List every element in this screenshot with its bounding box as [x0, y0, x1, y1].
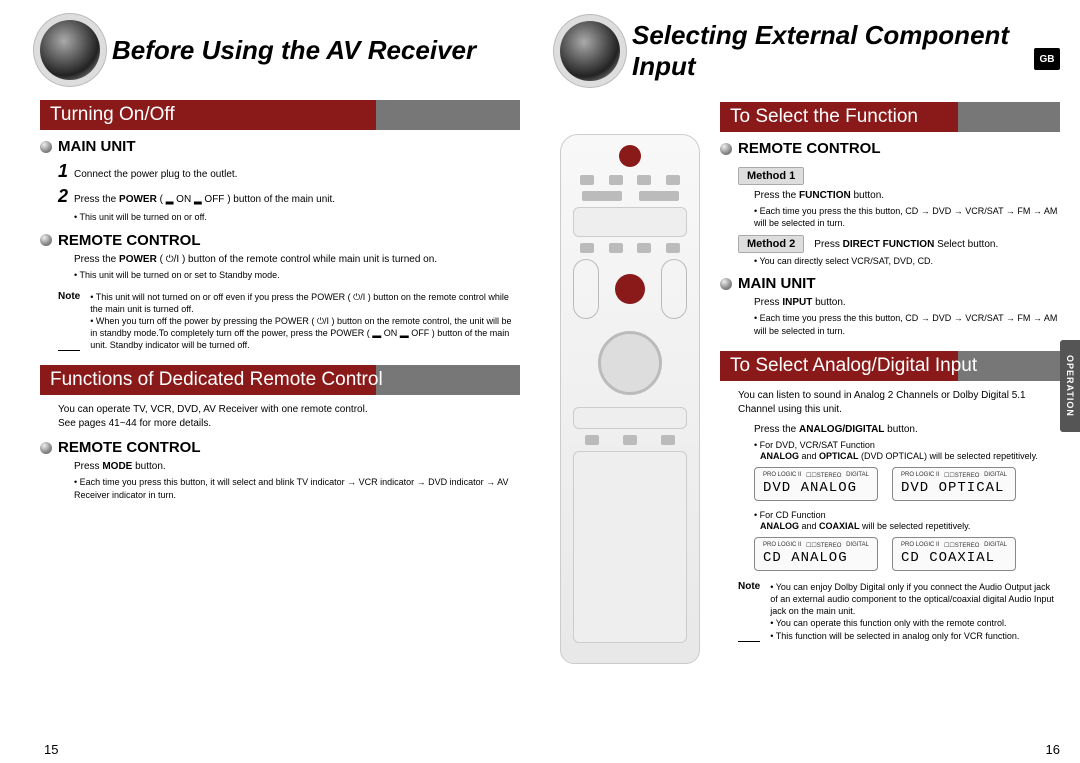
method-1-box: Method 1 — [738, 167, 804, 185]
method2-tip: You can directly select VCR/SAT, DVD, CD… — [754, 255, 1060, 267]
lcd-dvd-optical: PRO LOGIC II☐☐STEREODIGITALDVD OPTICAL — [892, 467, 1016, 501]
method-2-box: Method 2 — [738, 235, 804, 253]
side-tab-operation: OPERATION — [1060, 340, 1080, 432]
rc2-tip: Each time you press this button, it will… — [74, 476, 520, 500]
step2-a: Press the — [74, 194, 119, 205]
method1-tip: Each time you press the this button, CD … — [754, 205, 1060, 229]
subhead-main-unit-1: MAIN UNIT — [40, 138, 520, 155]
mu-tip: Each time you press the this button, CD … — [754, 312, 1060, 336]
method1-body: Press the FUNCTION button. — [754, 189, 1060, 203]
lcd-cd-coaxial: PRO LOGIC II☐☐STEREODIGITALCD COAXIAL — [892, 537, 1016, 571]
step-1: 1Connect the power plug to the outlet. — [58, 159, 520, 184]
page-left: Before Using the AV Receiver Turning On/… — [40, 20, 520, 501]
note-block-r: Note You can enjoy Dolby Digital only if… — [738, 581, 1060, 642]
rc-tip: This unit will be turned on or set to St… — [74, 269, 520, 281]
step2-b: POWER — [119, 194, 157, 205]
note-r3: This function will be selected in analog… — [770, 630, 1060, 642]
speaker-icon — [560, 21, 620, 81]
step2-tip: This unit will be turned on or off. — [74, 211, 520, 223]
note-list-1: This unit will not turned on or off even… — [90, 291, 520, 352]
ad-body: Press the ANALOG/DIGITAL button. — [754, 423, 1060, 437]
method2-body: Press DIRECT FUNCTION Select button. — [814, 239, 998, 250]
lcd-row-2: PRO LOGIC II☐☐STEREODIGITALCD ANALOG PRO… — [754, 537, 1060, 571]
subhead-main-unit-r: MAIN UNIT — [720, 275, 1060, 292]
step2-c: ( ▂ ON ▂ OFF ) button of the main unit. — [157, 194, 335, 205]
page-title-left: Before Using the AV Receiver — [112, 35, 476, 66]
step1-text: Connect the power plug to the outlet. — [74, 169, 237, 180]
right-content: To Select the Function REMOTE CONTROL Me… — [720, 102, 1060, 642]
bullet-icon — [40, 234, 52, 246]
note-list-r: You can enjoy Dolby Digital only if you … — [770, 581, 1060, 642]
bullet-icon — [720, 278, 732, 290]
note-block-1: Note This unit will not turned on or off… — [58, 291, 520, 352]
tip-dvd-hdr: For DVD, VCR/SAT Function — [754, 439, 1060, 451]
note-r2: You can operate this function only with … — [770, 617, 1060, 629]
remote-control-label-r1: REMOTE CONTROL — [738, 140, 881, 157]
rc2-body: Press MODE button. — [74, 460, 520, 474]
speaker-icon — [40, 20, 100, 80]
sec2-body: You can operate TV, VCR, DVD, AV Receive… — [58, 403, 520, 431]
note1-text: This unit will not turned on or off even… — [90, 291, 520, 315]
gb-badge: GB — [1034, 48, 1060, 70]
main-unit-label: MAIN UNIT — [58, 138, 136, 155]
remote-control-label-2: REMOTE CONTROL — [58, 439, 201, 456]
lcd-dvd-analog: PRO LOGIC II☐☐STEREODIGITALDVD ANALOG — [754, 467, 878, 501]
note-label-1: Note — [58, 291, 80, 352]
note2-text: When you turn off the power by pressing … — [90, 315, 520, 351]
title-row-left: Before Using the AV Receiver — [40, 20, 520, 80]
page-number-right: 16 — [1046, 742, 1060, 757]
sec2-body-r: You can listen to sound in Analog 2 Chan… — [738, 389, 1060, 417]
tip-cd-hdr: For CD Function — [754, 509, 1060, 521]
method-2-row: Method 2 Press DIRECT FUNCTION Select bu… — [738, 235, 1060, 253]
bullet-icon — [720, 143, 732, 155]
subhead-remote-1: REMOTE CONTROL — [40, 232, 520, 249]
page-number-left: 15 — [44, 742, 58, 757]
bullet-icon — [40, 442, 52, 454]
note-r1: You can enjoy Dolby Digital only if you … — [770, 581, 1060, 617]
page-title-right: Selecting External Component Input — [632, 20, 1060, 82]
rc-body: Press the POWER ( ⏻/I ) button of the re… — [74, 253, 520, 267]
section-select-function: To Select the Function — [720, 102, 1060, 132]
remote-control-label-1: REMOTE CONTROL — [58, 232, 201, 249]
title-row-right: Selecting External Component Input — [560, 20, 1060, 82]
section-functions-remote: Functions of Dedicated Remote Control — [40, 365, 520, 395]
tip-cd-body: ANALOG and COAXIAL will be selected repe… — [760, 521, 1060, 531]
subhead-remote-2: REMOTE CONTROL — [40, 439, 520, 456]
section-turning-on-off: Turning On/Off — [40, 100, 520, 130]
page-right: Selecting External Component Input GB To… — [560, 20, 1060, 642]
step-2: 2Press the POWER ( ▂ ON ▂ OFF ) button o… — [58, 184, 520, 209]
lcd-row-1: PRO LOGIC II☐☐STEREODIGITALDVD ANALOG PR… — [754, 467, 1060, 501]
bullet-icon — [40, 141, 52, 153]
main-unit-label-r: MAIN UNIT — [738, 275, 816, 292]
mu-body: Press INPUT button. — [754, 296, 1060, 310]
tip-dvd-body: ANALOG and OPTICAL (DVD OPTICAL) will be… — [760, 451, 1060, 461]
section-analog-digital: To Select Analog/Digital Input — [720, 351, 1060, 381]
subhead-remote-r1: REMOTE CONTROL — [720, 140, 1060, 157]
note-label-r: Note — [738, 581, 760, 642]
lcd-cd-analog: PRO LOGIC II☐☐STEREODIGITALCD ANALOG — [754, 537, 878, 571]
